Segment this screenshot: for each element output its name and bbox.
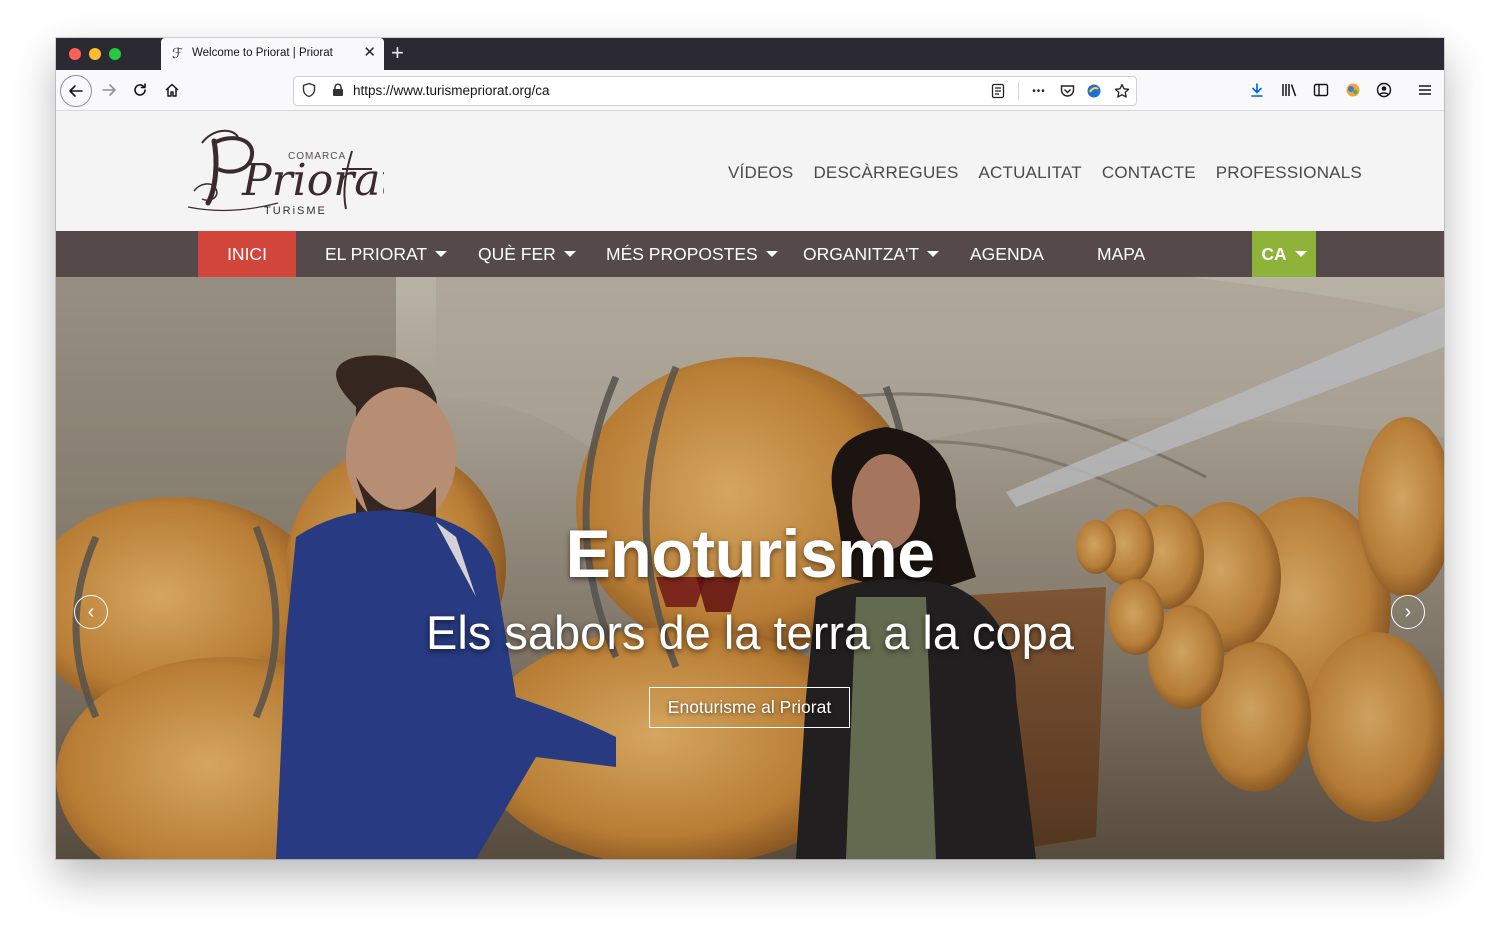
forward-button[interactable] <box>95 77 123 103</box>
extension-icon[interactable] <box>1084 81 1104 101</box>
nav-item-label: EL PRIORAT <box>325 243 428 264</box>
hero-cta-button[interactable]: Enoturisme al Priorat <box>649 687 850 728</box>
home-icon <box>165 83 179 97</box>
nav-item-organitzat[interactable]: ORGANITZA'T <box>803 231 940 277</box>
language-label: CA <box>1261 243 1287 264</box>
carousel-prev-icon[interactable]: ‹ <box>74 595 108 629</box>
site-favicon-icon: ℱ <box>172 46 184 62</box>
caret-down-icon <box>765 251 778 257</box>
url-text[interactable]: https://www.turismepriorat.org/ca <box>353 83 550 98</box>
colorful-extension-icon <box>1346 83 1360 97</box>
caret-down-icon <box>435 251 448 257</box>
caret-down-icon <box>927 251 940 257</box>
svg-text:COMARCA: COMARCA <box>288 151 346 162</box>
library-icon <box>1282 84 1297 97</box>
back-button[interactable] <box>60 75 92 107</box>
nav-item-label: MÉS PROPOSTES <box>606 243 758 264</box>
home-button[interactable] <box>158 77 186 103</box>
downloads-button[interactable] <box>1243 77 1271 103</box>
nav-item-label: ORGANITZA'T <box>803 243 920 264</box>
top-navigation: VÍDEOS DESCÀRREGUES ACTUALITAT CONTACTE … <box>728 163 1382 183</box>
account-icon <box>1376 82 1392 98</box>
reload-button[interactable] <box>126 77 154 103</box>
topnav-news-link[interactable]: ACTUALITAT <box>979 163 1082 183</box>
nav-item-mes-propostes[interactable]: MÉS PROPOSTES <box>606 231 778 277</box>
topnav-professionals-link[interactable]: PROFESSIONALS <box>1216 163 1362 183</box>
site-header: Priorat COMARCA TURiSME VÍDEOS DESCÀRREG… <box>56 111 1444 231</box>
tab-title: Welcome to Priorat | Priorat <box>192 47 333 59</box>
library-button[interactable] <box>1276 77 1304 103</box>
account-button[interactable] <box>1370 77 1398 103</box>
caret-down-icon <box>563 251 576 257</box>
carousel-next-icon[interactable]: › <box>1391 595 1425 629</box>
page-actions-icon[interactable]: ••• <box>1029 81 1049 101</box>
priorat-logo[interactable]: Priorat COMARCA TURiSME <box>184 121 384 221</box>
nav-item-label: INICI <box>227 243 267 264</box>
topnav-downloads-link[interactable]: DESCÀRREGUES <box>813 163 958 183</box>
close-window-button[interactable] <box>69 48 81 60</box>
topnav-videos-link[interactable]: VÍDEOS <box>728 163 793 183</box>
pocket-icon[interactable] <box>1057 81 1077 101</box>
tracking-shield-icon[interactable] <box>301 82 317 98</box>
url-separator <box>1018 82 1019 100</box>
sidebar-icon <box>1313 83 1329 97</box>
close-tab-icon[interactable]: ✕ <box>363 44 376 62</box>
caret-down-icon <box>1294 251 1307 257</box>
zoom-window-button[interactable] <box>109 48 121 60</box>
bookmark-star-icon[interactable] <box>1112 81 1132 101</box>
nav-item-inici[interactable]: INICI <box>198 231 296 277</box>
browser-tab-active[interactable]: ℱ Welcome to Priorat | Priorat ✕ <box>161 38 384 70</box>
hero-carousel: Enoturisme Els sabors de la terra a la c… <box>56 277 1444 859</box>
nav-item-agenda[interactable]: AGENDA <box>970 231 1044 277</box>
main-navigation: INICI EL PRIORAT QUÈ FER MÉS PROPOSTES O… <box>56 231 1444 277</box>
sidebar-button[interactable] <box>1307 77 1335 103</box>
nav-item-label: AGENDA <box>970 243 1044 264</box>
new-tab-button[interactable]: + <box>391 41 404 65</box>
minimize-window-button[interactable] <box>89 48 101 60</box>
nav-item-que-fer[interactable]: QUÈ FER <box>478 231 576 277</box>
nav-item-el-priorat[interactable]: EL PRIORAT <box>325 231 448 277</box>
language-selector[interactable]: CA <box>1252 231 1316 277</box>
tab-strip: ℱ Welcome to Priorat | Priorat ✕ + <box>56 38 1444 70</box>
address-bar[interactable]: https://www.turismepriorat.org/ca ••• <box>293 76 1137 106</box>
hero-subtitle: Els sabors de la terra a la copa <box>426 606 1074 659</box>
logo-priorat-word: Priorat <box>241 155 384 206</box>
navigation-toolbar: https://www.turismepriorat.org/ca ••• <box>56 70 1444 111</box>
lock-icon[interactable] <box>331 83 345 97</box>
hero-title: Enoturisme <box>565 516 935 592</box>
nav-item-label: MAPA <box>1097 243 1146 264</box>
topnav-contact-link[interactable]: CONTACTE <box>1102 163 1196 183</box>
arrow-left-icon <box>69 85 83 97</box>
hamburger-icon <box>1419 85 1431 95</box>
browser-window: ℱ Welcome to Priorat | Priorat ✕ + https… <box>56 38 1444 859</box>
nav-item-label: QUÈ FER <box>478 243 556 264</box>
reader-view-icon[interactable] <box>988 81 1008 101</box>
svg-text:TURiSME: TURiSME <box>264 205 327 217</box>
reload-icon <box>134 83 146 96</box>
nav-item-mapa[interactable]: MAPA <box>1097 231 1145 277</box>
download-icon <box>1251 83 1263 97</box>
extension-button[interactable] <box>1339 77 1367 103</box>
arrow-right-icon <box>102 84 116 96</box>
menu-button[interactable] <box>1411 77 1439 103</box>
